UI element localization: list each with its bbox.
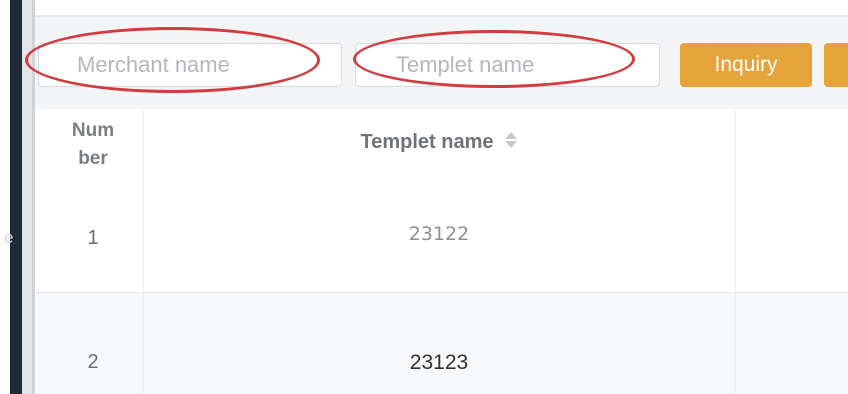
templet-name-placeholder: Templet name	[396, 52, 535, 77]
merchant-name-input[interactable]: Merchant name	[38, 43, 342, 87]
row-number: 1	[87, 227, 99, 249]
templet-table: Num ber Templet name 1 23122 2 23123	[35, 109, 848, 394]
column-divider	[143, 109, 144, 394]
table-row[interactable]: 2 23123	[35, 293, 848, 394]
row-templet-name: 23122	[408, 223, 470, 245]
column-divider	[735, 109, 736, 394]
sort-updown-icon[interactable]	[504, 110, 518, 176]
row-number: 2	[87, 351, 99, 373]
sidebar-partial-text: e	[4, 228, 14, 247]
row-templet-name: 23123	[409, 351, 469, 374]
templet-name-header-label: Templet name	[360, 131, 494, 153]
sidebar-divider	[22, 0, 32, 394]
templet-name-column-header[interactable]: Templet name	[143, 109, 735, 179]
merchant-name-placeholder: Merchant name	[77, 52, 230, 77]
sidebar-panel	[10, 0, 22, 394]
templet-name-input[interactable]: Templet name	[355, 43, 660, 87]
inquiry-button[interactable]: Inquiry	[680, 43, 812, 87]
table-header: Num ber Templet name	[35, 109, 848, 180]
search-bar: Merchant name Templet name Inquiry	[25, 17, 848, 109]
top-bar	[35, 0, 848, 17]
sidebar-edge: e	[0, 0, 35, 394]
number-column-header: Num ber	[71, 120, 115, 169]
table-row[interactable]: 1 23122	[35, 179, 848, 293]
secondary-button[interactable]	[824, 43, 848, 87]
